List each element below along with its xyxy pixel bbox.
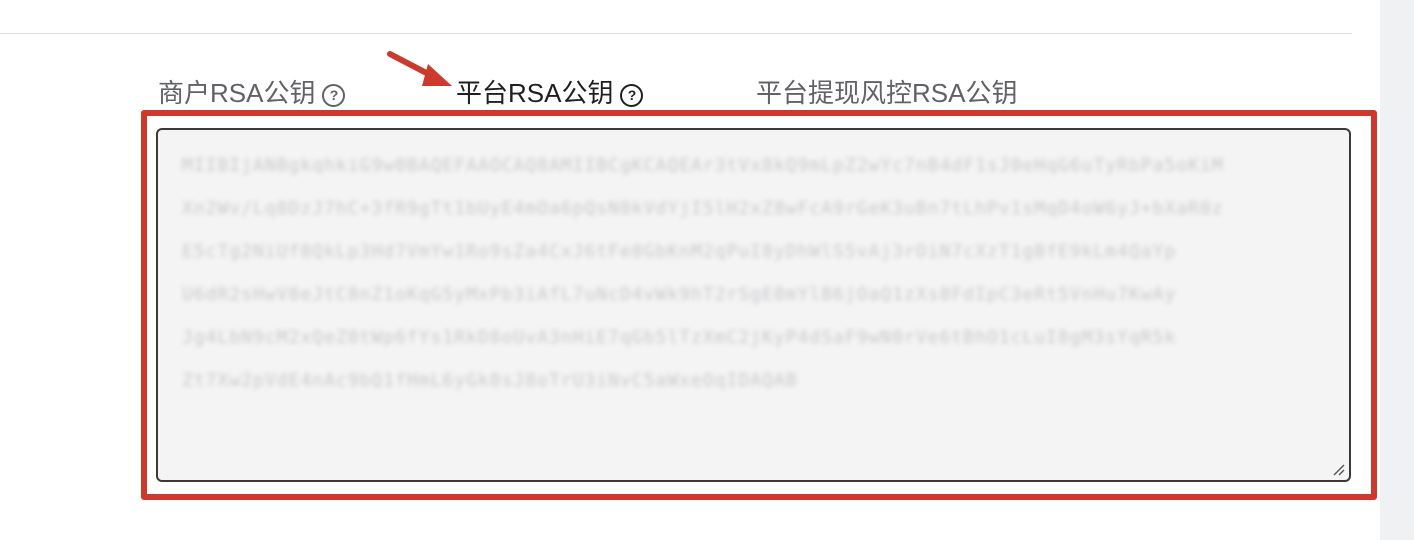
help-icon[interactable]: ? (620, 83, 644, 107)
annotation-arrow-icon (387, 51, 452, 86)
public-key-value: MIIBIjANBgkqhkiG9w0BAQEFAAOCAQ8AMIIBCgKC… (182, 155, 1224, 391)
tab-platform-label: 平台RSA公钥 (456, 78, 614, 108)
help-icon[interactable]: ? (322, 83, 346, 107)
tab-merchant-rsa-public-key[interactable]: 商户RSA公钥? (158, 76, 346, 110)
tab-merchant-label: 商户RSA公钥 (158, 78, 316, 108)
section-divider (0, 33, 1352, 34)
resize-handle-icon[interactable] (1331, 462, 1345, 476)
tab-platform-rsa-public-key[interactable]: 平台RSA公钥? (456, 76, 644, 110)
tab-withdraw-risk-rsa-public-key[interactable]: 平台提现风控RSA公钥 (756, 76, 1017, 110)
tab-withdraw-label: 平台提现风控RSA公钥 (756, 78, 1018, 108)
platform-rsa-public-key-textarea[interactable]: MIIBIjANBgkqhkiG9w0BAQEFAAOCAQ8AMIIBCgKC… (156, 128, 1351, 482)
right-side-panel (1380, 0, 1414, 540)
